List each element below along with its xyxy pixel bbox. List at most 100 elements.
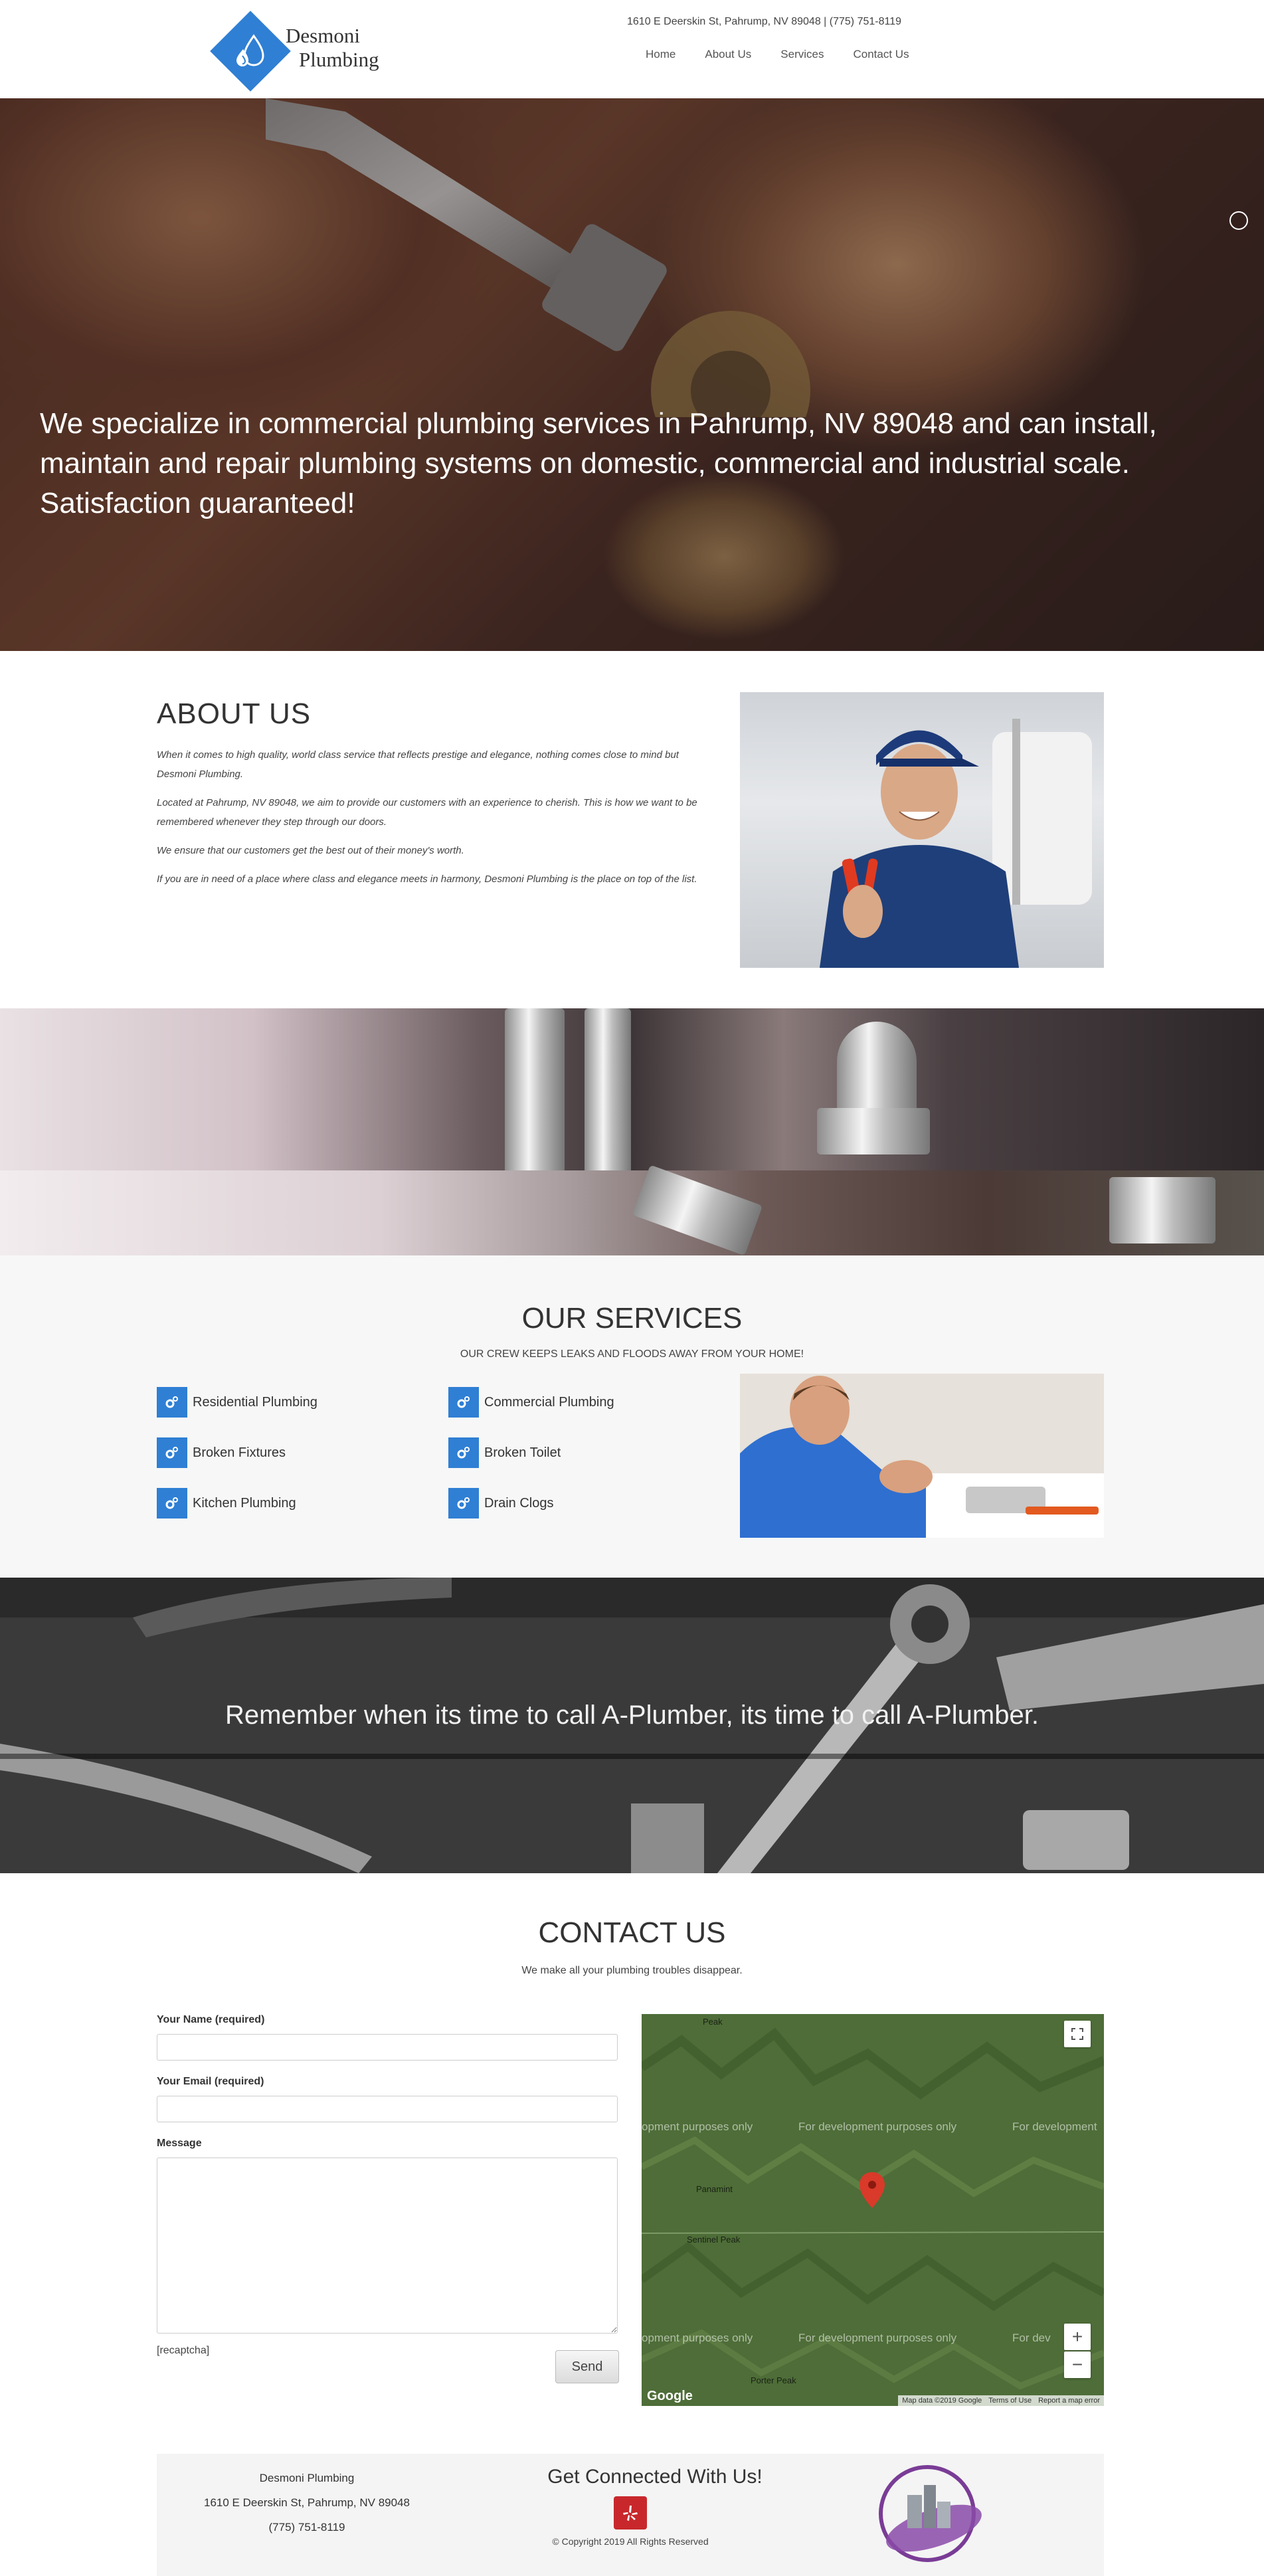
gears-icon bbox=[448, 1488, 479, 1518]
fullscreen-button[interactable] bbox=[1064, 2021, 1091, 2047]
hero-banner: We specialize in commercial plumbing ser… bbox=[0, 98, 1264, 651]
services-title: OUR SERVICES bbox=[521, 1302, 743, 1334]
services-subtitle: OUR CREW KEEPS LEAKS AND FLOODS AWAY FRO… bbox=[460, 1348, 804, 1360]
fullscreen-icon bbox=[1071, 2028, 1083, 2040]
nav-home[interactable]: Home bbox=[646, 48, 676, 61]
service-label: Drain Clogs bbox=[484, 1495, 554, 1511]
map-terms-link[interactable]: Terms of Use bbox=[988, 2397, 1032, 2405]
yelp-icon bbox=[623, 2506, 638, 2521]
hero-text: We specialize in commercial plumbing ser… bbox=[40, 407, 1157, 519]
send-button[interactable]: Send bbox=[555, 2350, 619, 2383]
plumber-illustration bbox=[820, 719, 1092, 968]
gears-icon bbox=[157, 1387, 187, 1418]
map-embed[interactable]: Peak Panamint Sentinel Peak Porter Peak … bbox=[642, 2014, 1104, 2406]
footer-phone: (775) 751-8119 bbox=[268, 2521, 345, 2533]
nav-contact-us[interactable]: Contact Us bbox=[853, 48, 909, 61]
name-field[interactable] bbox=[157, 2034, 618, 2061]
name-label: Your Name (required) bbox=[157, 2014, 265, 2025]
plumber-photo bbox=[740, 692, 1104, 968]
slider-indicator[interactable] bbox=[1229, 211, 1248, 230]
about-paragraph: When it comes to high quality, world cla… bbox=[157, 749, 679, 780]
service-item[interactable]: Broken Fixtures bbox=[157, 1437, 286, 1468]
gears-icon bbox=[157, 1488, 187, 1518]
service-item[interactable]: Kitchen Plumbing bbox=[157, 1488, 296, 1518]
map-dev-text: opment purposes only bbox=[642, 2332, 753, 2344]
pipe-shape bbox=[505, 1008, 565, 1174]
map-place-label: Sentinel Peak bbox=[687, 2235, 741, 2245]
email-label: Your Email (required) bbox=[157, 2076, 264, 2087]
pipe-shape bbox=[817, 1108, 930, 1154]
map-dev-text: For development purposes only bbox=[798, 2120, 957, 2133]
service-item[interactable]: Broken Toilet bbox=[448, 1437, 561, 1468]
city-to-city-market-badge[interactable] bbox=[871, 2455, 984, 2572]
plumber-at-sink-photo bbox=[740, 1374, 1104, 1538]
map-dev-text: For development bbox=[1012, 2120, 1097, 2133]
logo-name-line1: Desmoni bbox=[286, 24, 360, 47]
about-paragraph: If you are in need of a place where clas… bbox=[157, 874, 697, 885]
pipes-banner bbox=[0, 1008, 1264, 1255]
service-item[interactable]: Drain Clogs bbox=[448, 1488, 553, 1518]
message-field[interactable] bbox=[157, 2158, 618, 2334]
pipe-shape bbox=[585, 1008, 631, 1174]
gears-icon bbox=[448, 1387, 479, 1418]
google-logo: Google bbox=[647, 2389, 693, 2403]
service-label: Broken Toilet bbox=[484, 1445, 561, 1460]
zoom-out-button[interactable]: − bbox=[1064, 2351, 1091, 2378]
footer-contact-info: Desmoni Plumbing 1610 E Deerskin St, Pah… bbox=[157, 2466, 457, 2539]
terrain-map bbox=[642, 2014, 1104, 2406]
site-footer: Desmoni Plumbing 1610 E Deerskin St, Pah… bbox=[157, 2454, 1104, 2576]
logo-name-line2: Plumbing bbox=[299, 48, 379, 71]
site-header: Desmoni Plumbing 1610 E Deerskin St, Pah… bbox=[0, 0, 1264, 98]
pipes-banner-lower bbox=[0, 1164, 1264, 1255]
map-dev-text: For dev bbox=[1012, 2332, 1051, 2344]
quote-banner: Remember when its time to call A-Plumber… bbox=[0, 1578, 1264, 1873]
map-report-link[interactable]: Report a map error bbox=[1038, 2397, 1100, 2405]
yelp-button[interactable] bbox=[614, 2496, 647, 2530]
service-label: Commercial Plumbing bbox=[484, 1394, 614, 1410]
divider-band bbox=[0, 1754, 1264, 1759]
contact-title: CONTACT US bbox=[538, 1916, 726, 1949]
about-text: When it comes to high quality, world cla… bbox=[157, 745, 713, 898]
about-section: ABOUT US When it comes to high quality, … bbox=[0, 651, 1264, 1008]
nav-about-us[interactable]: About Us bbox=[705, 48, 751, 61]
plumber-sink-illustration bbox=[740, 1374, 1104, 1538]
wrench-image bbox=[266, 98, 810, 417]
map-place-label: Porter Peak bbox=[751, 2375, 796, 2385]
message-label: Message bbox=[157, 2138, 202, 2149]
contact-subtitle: We make all your plumbing troubles disap… bbox=[521, 1965, 743, 1976]
service-item[interactable]: Residential Plumbing bbox=[157, 1387, 317, 1418]
about-paragraph: We ensure that our customers get the bes… bbox=[157, 845, 464, 856]
footer-address: 1610 E Deerskin St, Pahrump, NV 89048 bbox=[204, 2496, 410, 2509]
footer-business-name: Desmoni Plumbing bbox=[259, 2472, 355, 2484]
map-place-label: Peak bbox=[703, 2017, 723, 2027]
footer-copyright: © Copyright 2019 All Rights Reserved bbox=[552, 2536, 709, 2547]
services-section: OUR SERVICES OUR CREW KEEPS LEAKS AND FL… bbox=[0, 1255, 1264, 1578]
about-paragraph: Located at Pahrump, NV 89048, we aim to … bbox=[157, 797, 697, 828]
service-item[interactable]: Commercial Plumbing bbox=[448, 1387, 614, 1418]
about-title: ABOUT US bbox=[157, 697, 312, 730]
footer-connect-title: Get Connected With Us! bbox=[547, 2466, 763, 2488]
site-logo[interactable]: Desmoni Plumbing bbox=[207, 8, 380, 94]
logo-text: Desmoni Plumbing bbox=[286, 24, 379, 72]
map-data-text: Map data ©2019 Google bbox=[902, 2397, 982, 2405]
map-dev-text: For development purposes only bbox=[798, 2332, 957, 2344]
map-attribution: Map data ©2019 Google Terms of Use Repor… bbox=[898, 2395, 1104, 2406]
nav-services[interactable]: Services bbox=[780, 48, 824, 61]
gears-icon bbox=[157, 1437, 187, 1468]
header-address: 1610 E Deerskin St, Pahrump, NV 89048 | … bbox=[627, 16, 901, 27]
pipe-shape bbox=[632, 1164, 763, 1255]
recaptcha-placeholder: [recaptcha] bbox=[157, 2345, 210, 2356]
map-dev-text: opment purposes only bbox=[642, 2120, 753, 2133]
service-label: Kitchen Plumbing bbox=[193, 1495, 296, 1511]
service-label: Broken Fixtures bbox=[193, 1445, 286, 1460]
email-field[interactable] bbox=[157, 2096, 618, 2122]
main-nav: Home About Us Services Contact Us bbox=[646, 48, 939, 61]
map-place-label: Panamint bbox=[696, 2184, 733, 2194]
zoom-in-button[interactable]: + bbox=[1064, 2324, 1091, 2350]
water-drops-icon bbox=[236, 34, 264, 66]
contact-section: CONTACT US We make all your plumbing tro… bbox=[0, 1873, 1264, 2454]
service-label: Residential Plumbing bbox=[193, 1394, 317, 1410]
pipe-shape bbox=[1109, 1177, 1216, 1243]
gears-icon bbox=[448, 1437, 479, 1468]
quote-text: Remember when its time to call A-Plumber… bbox=[225, 1701, 1039, 1730]
